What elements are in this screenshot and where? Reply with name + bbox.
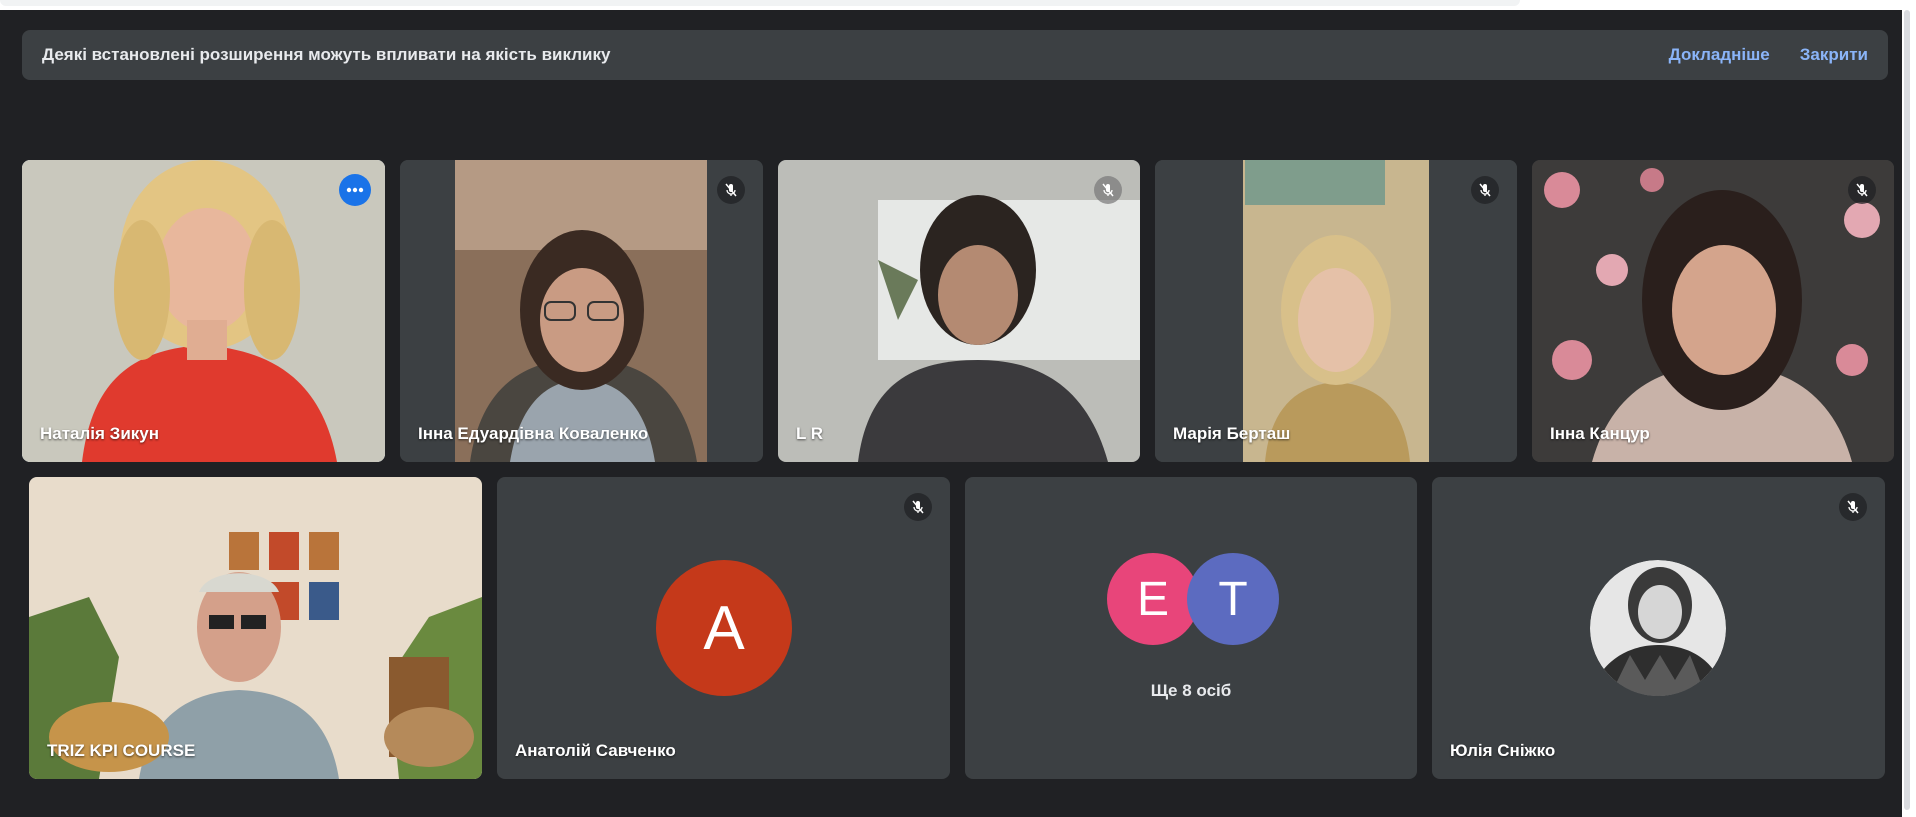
avatar-initial: T xyxy=(1218,572,1248,626)
meet-stage: Деякі встановлені розширення можуть впли… xyxy=(0,0,1916,817)
participant-name: Наталія Зикун xyxy=(40,424,160,443)
participant-video xyxy=(22,160,385,462)
avatar-initial: А xyxy=(703,593,745,663)
mic-off-indicator xyxy=(1848,176,1876,204)
extensions-warning-banner: Деякі встановлені розширення можуть впли… xyxy=(22,30,1888,80)
learn-more-link[interactable]: Докладніше xyxy=(1669,45,1770,65)
participant-tile-2[interactable]: Інна Едуардівна Коваленко xyxy=(400,160,763,462)
scrollbar[interactable] xyxy=(1902,0,1916,817)
mic-off-icon xyxy=(725,183,737,197)
close-banner-button[interactable]: Закрити xyxy=(1800,45,1868,65)
participant-video xyxy=(1532,160,1894,462)
participant-avatar: А xyxy=(656,560,792,696)
participant-tile-6[interactable]: TRIZ KPI COURSE xyxy=(29,477,482,779)
participant-video xyxy=(400,160,763,462)
participant-tile-more[interactable]: E T Ще 8 осіб xyxy=(965,477,1417,779)
participant-tile-9[interactable]: Юлія Сніжко xyxy=(1432,477,1885,779)
participant-video xyxy=(29,477,482,779)
mic-off-indicator xyxy=(717,176,745,204)
participant-avatar-e: E xyxy=(1107,553,1199,645)
mic-off-indicator xyxy=(1471,176,1499,204)
participant-name: Марія Берташ xyxy=(1173,424,1291,443)
participant-tile-3[interactable]: L R xyxy=(778,160,1140,462)
avatar-initial: E xyxy=(1136,572,1169,626)
participant-name: TRIZ KPI COURSE xyxy=(47,741,196,760)
mic-off-icon xyxy=(912,500,924,514)
participant-name: L R xyxy=(796,424,824,443)
mic-off-icon xyxy=(1102,183,1114,197)
mic-off-icon xyxy=(1479,183,1491,197)
participant-tile-1[interactable]: Наталія Зикун xyxy=(22,160,385,462)
participant-tile-7[interactable]: А Анатолій Савченко xyxy=(497,477,950,779)
participant-tile-5[interactable]: Інна Канцур xyxy=(1532,160,1894,462)
more-horiz-icon xyxy=(346,187,364,193)
participant-video xyxy=(778,160,1140,462)
participant-name: Анатолій Савченко xyxy=(515,741,676,760)
participant-video xyxy=(1155,160,1517,462)
participant-avatar-t: T xyxy=(1187,553,1279,645)
mic-off-indicator xyxy=(1839,493,1867,521)
mic-off-indicator xyxy=(904,493,932,521)
browser-top-edge xyxy=(0,0,1916,10)
mic-off-indicator xyxy=(1094,176,1122,204)
participant-name: Інна Канцур xyxy=(1550,424,1650,443)
banner-message: Деякі встановлені розширення можуть впли… xyxy=(42,45,611,64)
mic-off-icon xyxy=(1856,183,1868,197)
participant-name: Інна Едуардівна Коваленко xyxy=(418,424,649,443)
mic-off-icon xyxy=(1847,500,1859,514)
participant-tile-4[interactable]: Марія Берташ xyxy=(1155,160,1517,462)
participant-name: Юлія Сніжко xyxy=(1450,741,1556,760)
more-options-button[interactable] xyxy=(339,174,371,206)
participant-photo-avatar xyxy=(1590,560,1726,696)
more-participants-label: Ще 8 осіб xyxy=(1150,681,1232,700)
